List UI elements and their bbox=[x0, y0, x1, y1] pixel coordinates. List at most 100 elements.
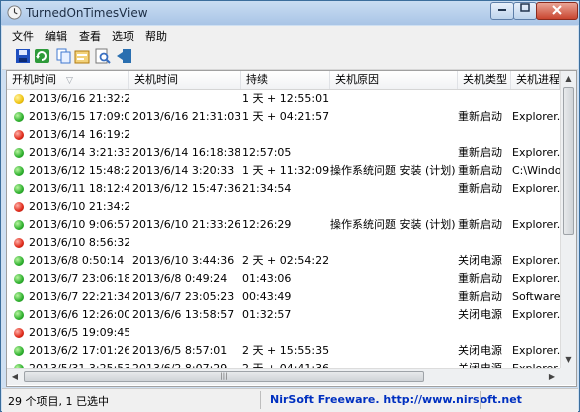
column-header-startup-time[interactable]: 开机时间 ▽ bbox=[7, 71, 129, 89]
red-status-icon bbox=[14, 130, 24, 140]
shutdown-process-cell: Explorer.E bbox=[512, 218, 564, 231]
nirsoft-link[interactable]: NirSoft Freeware. http://www.nirsoft.net bbox=[270, 393, 522, 406]
menu-file[interactable]: 文件 bbox=[12, 28, 34, 44]
status-bar: 29 个项目, 1 已选中 NirSoft Freeware. http://w… bbox=[2, 388, 578, 412]
startup-time-cell: 2013/6/5 19:09:45 bbox=[29, 326, 129, 339]
shutdown-reason-cell: 操作系统问题 安装 (计划) bbox=[330, 218, 456, 231]
refresh-icon[interactable] bbox=[34, 48, 50, 64]
shutdown-type-cell: 关闭电源 bbox=[458, 344, 502, 357]
minimize-button[interactable] bbox=[490, 2, 514, 20]
exit-icon[interactable] bbox=[116, 48, 132, 64]
horizontal-scrollbar[interactable]: ◀ ||| ▶ bbox=[7, 368, 560, 385]
table-row[interactable]: 2013/6/10 21:34:23 bbox=[7, 198, 576, 216]
status-divider bbox=[260, 391, 261, 409]
table-row[interactable]: 2013/6/6 12:26:00 2013/6/6 13:58:57 01:32:… bbox=[7, 306, 576, 324]
menu-help[interactable]: 帮助 bbox=[145, 28, 167, 44]
green-status-icon bbox=[14, 346, 24, 356]
table-row[interactable]: 2013/6/14 3:21:33 2013/6/14 16:18:38 12:57… bbox=[7, 144, 576, 162]
table-row[interactable]: 2013/6/11 18:12:42 2013/6/12 15:47:36 21:3… bbox=[7, 180, 576, 198]
shutdown-type-cell: 重新启动 bbox=[458, 164, 502, 177]
scroll-up-icon[interactable]: ▲ bbox=[561, 71, 576, 87]
shutdown-reason-cell bbox=[330, 342, 458, 360]
shutdown-time-cell: 2013/6/6 13:58:57 bbox=[132, 308, 235, 321]
shutdown-process-cell bbox=[512, 324, 564, 342]
red-status-icon bbox=[14, 328, 24, 338]
duration-cell bbox=[242, 234, 330, 252]
horizontal-scroll-thumb[interactable]: ||| bbox=[24, 371, 424, 382]
yellow-status-icon bbox=[14, 94, 24, 104]
column-header-shutdown-time[interactable]: 关机时间 bbox=[129, 71, 241, 89]
shutdown-time-cell: 2013/6/14 16:18:38 bbox=[132, 146, 240, 159]
column-header-shutdown-type[interactable]: 关机类型 bbox=[458, 71, 511, 89]
startup-time-cell: 2013/6/8 0:50:14 bbox=[29, 254, 125, 267]
shutdown-reason-cell bbox=[330, 180, 458, 198]
shutdown-reason-cell bbox=[330, 144, 458, 162]
shutdown-process-cell bbox=[512, 234, 564, 252]
copy-icon[interactable] bbox=[55, 48, 71, 64]
table-row[interactable]: 2013/6/12 15:48:24 2013/6/14 3:20:33 1 天 +… bbox=[7, 162, 576, 180]
shutdown-time-cell: 2013/6/10 21:33:26 bbox=[132, 218, 240, 231]
shutdown-time-cell bbox=[132, 126, 240, 144]
table-row[interactable]: 2013/6/7 23:06:18 2013/6/8 0:49:24 01:43:0… bbox=[7, 270, 576, 288]
table-row[interactable]: 2013/6/7 22:21:34 2013/6/7 23:05:23 00:43:… bbox=[7, 288, 576, 306]
duration-cell: 01:43:06 bbox=[242, 272, 292, 285]
table-row[interactable]: 2013/6/15 17:09:06 2013/6/16 21:31:03 1 天 … bbox=[7, 108, 576, 126]
column-header-shutdown-reason[interactable]: 关机原因 bbox=[330, 71, 458, 89]
duration-cell: 01:32:57 bbox=[242, 308, 292, 321]
maximize-button[interactable] bbox=[513, 2, 537, 20]
shutdown-reason-cell bbox=[330, 252, 458, 270]
save-icon[interactable] bbox=[15, 48, 31, 64]
shutdown-reason-cell: 操作系统问题 安装 (计划) bbox=[330, 164, 456, 177]
column-header-duration[interactable]: 持续 bbox=[241, 71, 330, 89]
vertical-scroll-thumb[interactable] bbox=[563, 87, 574, 235]
green-status-icon bbox=[14, 166, 24, 176]
startup-time-cell: 2013/6/16 21:32:24 bbox=[29, 92, 129, 105]
find-icon[interactable] bbox=[95, 48, 111, 64]
table-row[interactable]: 2013/6/2 17:01:26 2013/6/5 8:57:01 2 天 + 1… bbox=[7, 342, 576, 360]
duration-cell: 12:26:29 bbox=[242, 218, 292, 231]
shutdown-process-cell bbox=[512, 198, 564, 216]
startup-time-cell: 2013/6/11 18:12:42 bbox=[29, 182, 129, 195]
properties-icon[interactable] bbox=[74, 48, 90, 64]
menu-view[interactable]: 查看 bbox=[79, 28, 101, 44]
app-window: TurnedOnTimesView 文件 编辑 查看 选项 帮助 开机时间 ▽ … bbox=[0, 0, 580, 412]
duration-cell: 1 天 + 11:32:09 bbox=[242, 164, 330, 177]
shutdown-process-cell: Explorer.E bbox=[512, 146, 564, 159]
shutdown-process-cell: Explorer.E bbox=[512, 344, 564, 357]
table-row[interactable]: 2013/6/16 21:32:24 1 天 + 12:55:01 bbox=[7, 90, 576, 108]
duration-cell: 1 天 + 04:21:57 bbox=[242, 110, 330, 123]
title-bar[interactable]: TurnedOnTimesView bbox=[1, 1, 579, 25]
shutdown-time-cell: 2013/6/10 3:44:36 bbox=[132, 254, 235, 267]
status-item-count: 29 个项目, 1 已选中 bbox=[8, 395, 109, 408]
scroll-down-icon[interactable]: ▼ bbox=[561, 352, 576, 368]
shutdown-type-cell bbox=[458, 234, 510, 252]
maximize-icon bbox=[520, 3, 530, 12]
table-row[interactable]: 2013/6/14 16:19:25 bbox=[7, 126, 576, 144]
times-list[interactable]: 开机时间 ▽ 关机时间 持续 关机原因 关机类型 关机进程 2013/6/16 2… bbox=[6, 70, 577, 387]
startup-time-cell: 2013/6/15 17:09:06 bbox=[29, 110, 129, 123]
menu-edit[interactable]: 编辑 bbox=[45, 28, 67, 44]
startup-time-cell: 2013/6/14 3:21:33 bbox=[29, 146, 129, 159]
shutdown-type-cell: 关闭电源 bbox=[458, 308, 502, 321]
shutdown-reason-cell bbox=[330, 270, 458, 288]
green-status-icon bbox=[14, 148, 24, 158]
startup-time-cell: 2013/6/12 15:48:24 bbox=[29, 164, 129, 177]
scroll-left-icon[interactable]: ◀ bbox=[7, 369, 23, 385]
shutdown-process-cell: Explorer.E bbox=[512, 272, 564, 285]
startup-time-cell: 2013/6/10 8:56:32 bbox=[29, 236, 129, 249]
vertical-scrollbar[interactable]: ▲ ▼ bbox=[560, 71, 576, 368]
table-row[interactable]: 2013/6/10 8:56:32 bbox=[7, 234, 576, 252]
column-header-shutdown-process[interactable]: 关机进程 bbox=[511, 71, 560, 89]
green-status-icon bbox=[14, 112, 24, 122]
duration-cell: 2 天 + 02:54:22 bbox=[242, 254, 330, 267]
table-row[interactable]: 2013/6/5 19:09:45 bbox=[7, 324, 576, 342]
scroll-right-icon[interactable]: ▶ bbox=[544, 369, 560, 385]
duration-cell bbox=[242, 324, 330, 342]
close-button[interactable] bbox=[536, 2, 578, 20]
table-row[interactable]: 2013/6/10 9:06:57 2013/6/10 21:33:26 12:26… bbox=[7, 216, 576, 234]
table-row[interactable]: 2013/6/8 0:50:14 2013/6/10 3:44:36 2 天 + 0… bbox=[7, 252, 576, 270]
menu-options[interactable]: 选项 bbox=[112, 28, 134, 44]
shutdown-time-cell bbox=[132, 234, 240, 252]
startup-time-cell: 2013/6/10 21:34:23 bbox=[29, 200, 129, 213]
shutdown-type-cell: 重新启动 bbox=[458, 146, 502, 159]
